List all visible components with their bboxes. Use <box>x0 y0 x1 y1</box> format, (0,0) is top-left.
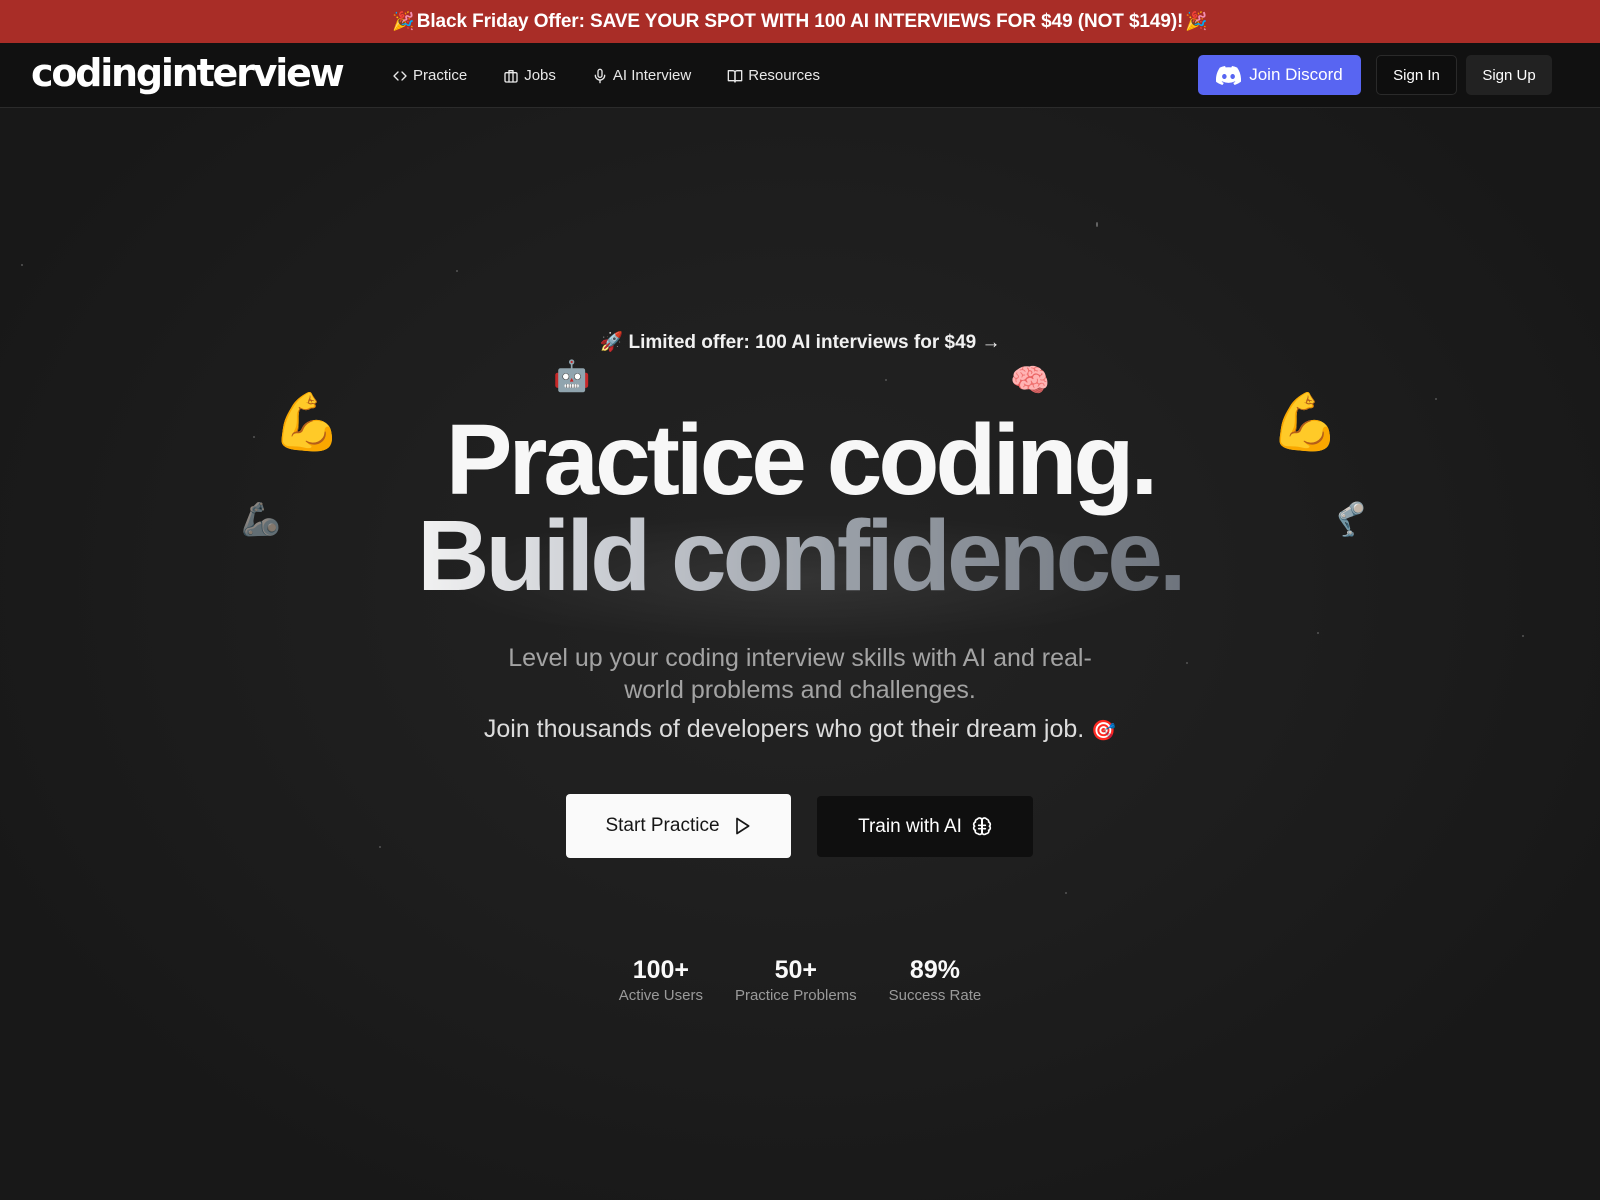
train-with-ai-label: Train with AI <box>858 815 962 837</box>
stat-label: Success Rate <box>888 987 982 1004</box>
robot-icon: 🤖 <box>553 360 591 393</box>
target-icon: 🎯 <box>1091 720 1117 742</box>
nav-link-ai-interview[interactable]: AI Interview <box>592 67 691 84</box>
start-practice-label: Start Practice <box>605 815 720 836</box>
promo-banner[interactable]: 🎉 Black Friday Offer: SAVE YOUR SPOT WIT… <box>0 0 1600 43</box>
navbar: codinginterview Practice Jobs AI Intervi… <box>0 43 1600 108</box>
stat-active-users: 100+ Active Users <box>619 956 703 1004</box>
nav-link-label: Resources <box>748 67 820 84</box>
nav-link-practice[interactable]: Practice <box>392 67 467 84</box>
stat-label: Active Users <box>618 987 703 1004</box>
background-star <box>1186 662 1188 664</box>
brain-outline-icon <box>972 816 991 835</box>
nav-link-label: Practice <box>413 67 468 84</box>
background-star <box>379 846 381 848</box>
nav-link-resources[interactable]: Resources <box>727 67 820 84</box>
nav-link-jobs[interactable]: Jobs <box>503 67 556 84</box>
party-popper-icon: 🎉 <box>1185 11 1208 31</box>
background-star <box>1065 892 1067 894</box>
background-star <box>21 264 23 266</box>
join-discord-label: Join Discord <box>1249 65 1343 84</box>
nav-link-label: Jobs <box>524 67 556 84</box>
hero-section: 🚀 Limited offer: 100 AI interviews for $… <box>0 108 1600 1200</box>
briefcase-icon <box>504 69 518 83</box>
stat-value: 89% <box>909 956 960 984</box>
train-with-ai-button[interactable]: Train with AI <box>817 796 1033 857</box>
cta-buttons: Start Practice Train with AI <box>566 794 1033 858</box>
rocket-icon: 🚀 <box>599 332 624 353</box>
hero-subtitle-secondary: Join thousands of developers who got the… <box>0 715 1600 744</box>
offer-text: Limited offer: 100 AI interviews for $49 <box>628 332 977 353</box>
sign-up-button[interactable]: Sign Up <box>1466 55 1552 95</box>
party-popper-icon: 🎉 <box>392 11 415 31</box>
limited-offer-link[interactable]: 🚀 Limited offer: 100 AI interviews for $… <box>0 330 1600 354</box>
nav-actions: Join Discord Sign In Sign Up <box>1198 55 1552 95</box>
arrow-right-icon: → <box>981 332 1001 353</box>
subtitle-secondary-text: Join thousands of developers who got the… <box>483 715 1085 743</box>
headline-line-1: Practice coding. <box>445 404 1158 516</box>
background-star <box>1096 222 1098 227</box>
stat-practice-problems: 50+ Practice Problems <box>735 956 857 1004</box>
microphone-icon <box>594 68 606 83</box>
discord-icon <box>1216 65 1242 85</box>
sign-in-button[interactable]: Sign In <box>1376 55 1457 95</box>
logo[interactable]: codinginterview <box>31 51 345 95</box>
play-icon <box>735 817 750 835</box>
stat-label: Practice Problems <box>734 987 857 1004</box>
code-icon <box>393 70 407 81</box>
background-star <box>1435 398 1437 400</box>
headline-line-2-text: Build confidence. <box>417 500 1186 612</box>
background-star <box>1522 635 1524 637</box>
nav-links: Practice Jobs AI Interview Resources <box>392 43 856 108</box>
nav-link-label: AI Interview <box>612 67 692 84</box>
hero-subtitle: Level up your coding interview skills wi… <box>508 644 1092 704</box>
promo-text: Black Friday Offer: SAVE YOUR SPOT WITH … <box>416 10 1184 32</box>
stat-value: 100+ <box>632 956 690 984</box>
stat-success-rate: 89% Success Rate <box>889 956 982 1004</box>
start-practice-button[interactable]: Start Practice <box>566 794 791 858</box>
stats-row: 100+ Active Users 50+ Practice Problems … <box>0 956 1600 1004</box>
stat-value: 50+ <box>774 956 818 984</box>
brain-icon: 🧠 <box>1010 362 1050 398</box>
book-icon <box>727 69 743 83</box>
background-star <box>885 379 887 381</box>
join-discord-button[interactable]: Join Discord <box>1198 55 1361 95</box>
headline-line-2: Build confidence. <box>0 506 1600 606</box>
background-star <box>456 270 458 272</box>
background-star <box>1317 632 1319 634</box>
